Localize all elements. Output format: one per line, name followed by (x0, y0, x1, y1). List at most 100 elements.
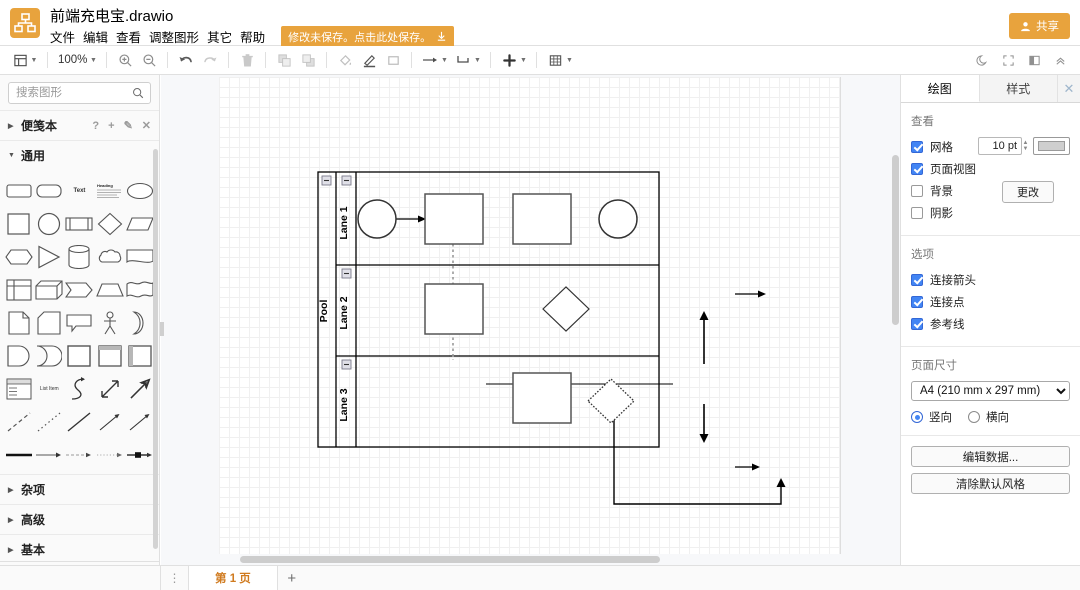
shape-thick-line[interactable] (4, 440, 34, 470)
moon-icon[interactable] (970, 50, 994, 72)
shape-tape[interactable] (125, 275, 155, 305)
guides-checkbox[interactable] (911, 317, 923, 330)
shape-data-storage[interactable] (4, 341, 34, 371)
close-icon[interactable]: ✕ (142, 119, 151, 132)
page-size-select[interactable]: A4 (210 mm x 297 mm) (911, 381, 1070, 401)
zoom-dropdown-caret[interactable]: ▼ (88, 57, 98, 64)
fullscreen-icon[interactable] (996, 50, 1020, 72)
shape-thin-arrow[interactable] (95, 407, 125, 437)
shape-thin-arrow-2[interactable] (125, 407, 155, 437)
shape-parallelogram[interactable] (125, 209, 155, 239)
insert-dropdown-caret[interactable]: ▼ (518, 57, 528, 64)
page-view-checkbox[interactable] (911, 162, 923, 175)
sidebar-item-advanced[interactable]: ▶ 高级 (0, 504, 159, 534)
shape-list-item[interactable]: List Item (34, 374, 64, 404)
shape-card[interactable] (34, 308, 64, 338)
shape-list[interactable] (4, 374, 34, 404)
bring-to-front-icon[interactable] (272, 49, 296, 71)
shape-directional-connector[interactable] (34, 440, 64, 470)
shape-or-shape[interactable] (125, 308, 155, 338)
shape-callout[interactable] (64, 308, 94, 338)
trash-icon[interactable] (235, 49, 259, 71)
canvas-horizontal-scrollbar[interactable] (240, 556, 660, 563)
connection-points-checkbox[interactable] (911, 295, 923, 308)
shape-diamond[interactable] (95, 209, 125, 239)
table-dropdown-caret[interactable]: ▼ (564, 57, 574, 64)
shape-link-connector[interactable] (125, 440, 155, 470)
shape-triangle[interactable] (34, 242, 64, 272)
undo-icon[interactable] (174, 49, 198, 71)
grid-color-swatch[interactable] (1033, 137, 1070, 155)
shape-dotted-connector[interactable] (95, 440, 125, 470)
shape-vertical-container[interactable] (125, 341, 155, 371)
clear-default-style-button[interactable]: 清除默认风格 (911, 473, 1070, 494)
share-button[interactable]: 共享 (1009, 13, 1070, 39)
add-page-button[interactable]: + (278, 566, 306, 590)
shape-step[interactable] (64, 275, 94, 305)
shape-delay[interactable] (34, 341, 64, 371)
redo-icon[interactable] (198, 49, 222, 71)
shape-internal-storage[interactable] (4, 275, 34, 305)
page-tab-1[interactable]: 第 1 页 (188, 566, 278, 590)
shape-actor[interactable] (95, 308, 125, 338)
add-icon[interactable]: + (108, 120, 114, 132)
shape-style-icon[interactable] (381, 49, 405, 71)
zoom-out-icon[interactable] (137, 49, 161, 71)
menu-help[interactable]: 帮助 (240, 26, 273, 47)
menu-arrange[interactable]: 调整图形 (149, 26, 207, 47)
format-panel-icon[interactable] (1022, 50, 1046, 72)
sidebar-section-general[interactable]: ▼ 通用 (0, 140, 159, 170)
shape-note[interactable] (4, 308, 34, 338)
connection-dropdown-caret[interactable]: ▼ (439, 57, 449, 64)
edit-data-button[interactable]: 编辑数据... (911, 446, 1070, 467)
shape-dashed-line[interactable] (4, 407, 34, 437)
shape-cloud[interactable] (95, 242, 125, 272)
close-icon[interactable]: ✕ (1058, 75, 1080, 102)
grid-size-stepper[interactable]: ▲ ▼ (1021, 137, 1030, 155)
help-icon[interactable]: ? (92, 120, 99, 132)
shape-single-arrow[interactable] (125, 374, 155, 404)
grid-checkbox[interactable] (911, 140, 923, 153)
shape-process[interactable] (64, 209, 94, 239)
shape-trapezoid[interactable] (95, 275, 125, 305)
menu-edit[interactable]: 编辑 (83, 26, 116, 47)
background-change-button[interactable]: 更改 (1002, 181, 1054, 203)
sidebar-resize-handle[interactable] (160, 322, 164, 336)
shape-container-titled[interactable] (95, 341, 125, 371)
sidebar-scrollbar[interactable] (153, 149, 158, 549)
waypoint-dropdown-caret[interactable]: ▼ (472, 57, 482, 64)
zoom-level-display[interactable]: 100% (54, 52, 91, 68)
shape-container[interactable] (64, 341, 94, 371)
background-checkbox[interactable] (911, 184, 923, 197)
sidebar-item-misc[interactable]: ▶ 杂项 (0, 474, 159, 504)
shape-text[interactable]: Text (64, 176, 94, 206)
layout-dropdown-caret[interactable]: ▼ (29, 57, 39, 64)
menu-extras[interactable]: 其它 (207, 26, 240, 47)
connection-arrows-checkbox[interactable] (911, 273, 923, 286)
diagram-canvas[interactable]: Pool Lane 1 Lane 2 Lane 3 (161, 75, 901, 565)
send-to-back-icon[interactable] (296, 49, 320, 71)
shadow-checkbox[interactable] (911, 206, 923, 219)
shape-solid-line[interactable] (64, 407, 94, 437)
zoom-in-icon[interactable] (113, 49, 137, 71)
tab-style[interactable]: 样式 (979, 75, 1058, 102)
search-icon[interactable] (132, 87, 144, 102)
search-input[interactable] (8, 82, 151, 104)
shape-cube[interactable] (34, 275, 64, 305)
line-color-icon[interactable] (357, 49, 381, 71)
chevron-up-icon[interactable] (1048, 50, 1072, 72)
menu-file[interactable]: 文件 (50, 26, 83, 47)
shape-square[interactable] (4, 209, 34, 239)
sidebar-item-basic[interactable]: ▶ 基本 (0, 534, 159, 564)
grid-size-input[interactable]: 10 pt (978, 137, 1022, 155)
shape-hexagon[interactable] (4, 242, 34, 272)
menu-view[interactable]: 查看 (116, 26, 149, 47)
shape-curve[interactable] (64, 374, 94, 404)
page-menu-icon[interactable]: ⋮ (161, 566, 188, 590)
shape-ellipse[interactable] (125, 176, 155, 206)
canvas-vertical-scrollbar[interactable] (892, 155, 899, 325)
sidebar-section-scratchpad[interactable]: ▶ 便笺本 ? + ✎ ✕ (0, 110, 159, 140)
shape-rounded-rectangle-2[interactable] (34, 176, 64, 206)
shape-document[interactable] (125, 242, 155, 272)
fill-color-icon[interactable] (333, 49, 357, 71)
